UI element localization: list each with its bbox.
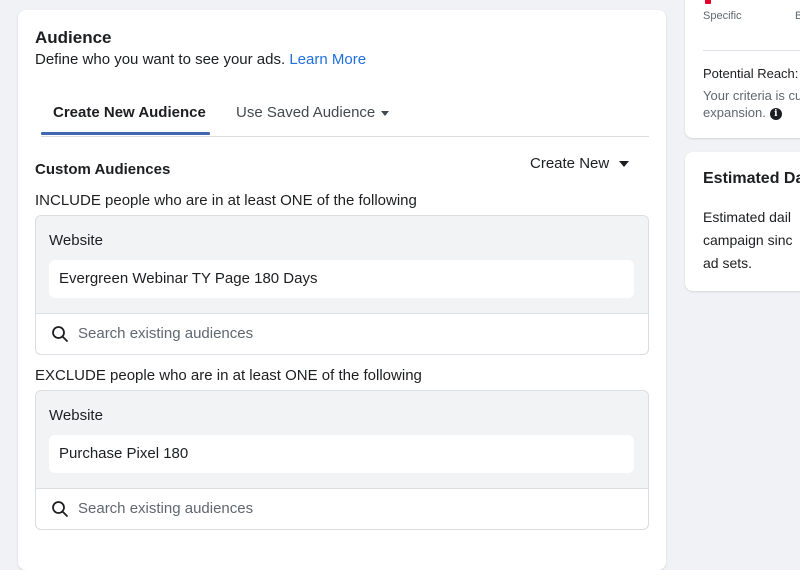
section-subtitle: Define who you want to see your ads. Lea…	[35, 51, 366, 68]
include-search-placeholder: Search existing audiences	[78, 325, 254, 342]
audience-card: Audience Define who you want to see your…	[18, 10, 666, 570]
learn-more-link[interactable]: Learn More	[289, 51, 366, 68]
estimated-results-card: Estimated Da Estimated dail campaign sin…	[685, 152, 800, 291]
exclude-search-placeholder: Search existing audiences	[78, 500, 254, 517]
exclude-audience-item[interactable]: Purchase Pixel 180	[49, 435, 634, 473]
tab-use-saved-audience-label: Use Saved Audience	[236, 104, 376, 121]
exclude-group-header: Website Purchase Pixel 180	[36, 391, 648, 489]
create-new-label: Create New	[530, 155, 610, 172]
create-new-dropdown[interactable]: Create New	[530, 155, 630, 172]
include-search-input[interactable]: Search existing audiences	[36, 314, 648, 354]
potential-reach-label: Potential Reach:	[703, 66, 799, 81]
exclude-audience-name: Purchase Pixel 180	[59, 445, 189, 462]
caret-down-icon	[619, 161, 630, 168]
criteria-text: Your criteria is cu	[703, 88, 800, 103]
tab-use-saved-audience[interactable]: Use Saved Audience	[236, 104, 390, 121]
include-rule-text: INCLUDE people who are in at least ONE o…	[35, 192, 417, 209]
exclude-rule-text: EXCLUDE people who are in at least ONE o…	[35, 367, 422, 384]
search-icon	[52, 501, 68, 517]
include-group-label: Website	[49, 232, 103, 249]
active-tab-indicator	[41, 132, 210, 135]
include-audience-item[interactable]: Evergreen Webinar TY Page 180 Days	[49, 260, 634, 298]
include-group-header: Website Evergreen Webinar TY Page 180 Da…	[36, 216, 648, 314]
estimated-text-2: campaign sinc	[703, 232, 793, 248]
divider	[703, 50, 800, 51]
exclude-audience-box: Website Purchase Pixel 180 Search existi…	[35, 390, 649, 530]
audience-size-card: Specific B Potential Reach: Your criteri…	[685, 0, 800, 138]
custom-audiences-title: Custom Audiences	[35, 161, 171, 178]
include-audience-box: Website Evergreen Webinar TY Page 180 Da…	[35, 215, 649, 355]
exclude-group-label: Website	[49, 407, 103, 424]
tabs-divider	[41, 136, 649, 137]
estimated-text-3: ad sets.	[703, 255, 753, 271]
tab-create-new-audience[interactable]: Create New Audience	[53, 104, 206, 121]
gauge-broad-label: B	[795, 10, 800, 22]
gauge-specific-label: Specific	[703, 10, 742, 22]
estimated-text-1: Estimated dail	[703, 209, 791, 225]
estimated-title: Estimated Da	[703, 170, 800, 187]
include-audience-name: Evergreen Webinar TY Page 180 Days	[59, 270, 318, 287]
expansion-text: expansion.	[703, 105, 766, 120]
section-title: Audience	[35, 28, 112, 47]
criteria-text-2: expansion. i	[703, 105, 782, 120]
subtitle-text: Define who you want to see your ads.	[35, 51, 286, 68]
gauge-marker	[705, 0, 711, 4]
caret-down-icon	[381, 110, 390, 116]
info-icon[interactable]: i	[769, 107, 782, 120]
search-icon	[52, 326, 68, 342]
exclude-search-input[interactable]: Search existing audiences	[36, 489, 648, 529]
